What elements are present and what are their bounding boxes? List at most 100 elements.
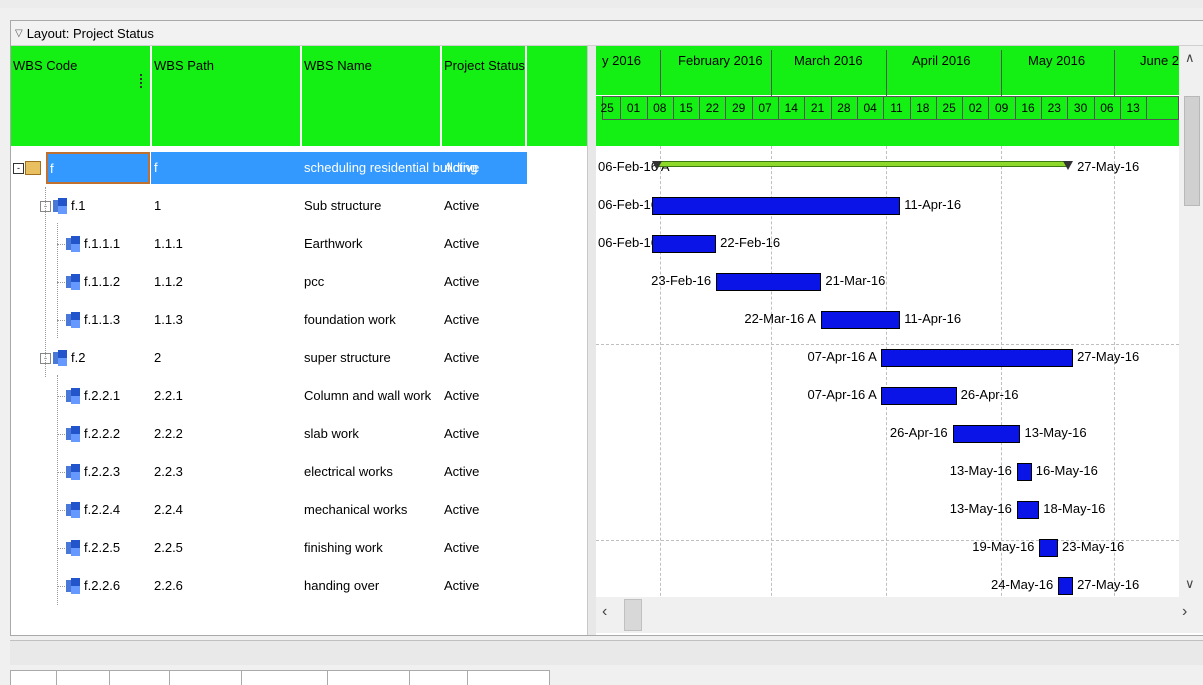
collapse-triangle-icon[interactable]: ▽ [15, 28, 23, 39]
bar-start-label: 19-May-16 [972, 539, 1035, 554]
bar-finish-label: 22-Feb-16 [720, 235, 781, 250]
cell-wbs-name: handing over [304, 578, 380, 593]
tab-divider [409, 671, 410, 685]
scroll-right-icon[interactable]: › [1182, 603, 1187, 621]
tree-connector [57, 223, 58, 338]
tree-connector [57, 375, 58, 605]
wbs-node-icon [66, 464, 80, 480]
tree-connector [57, 282, 65, 283]
wbs-code-edit-field[interactable]: f [46, 152, 150, 184]
cell-wbs-path: 2.2.2 [154, 426, 183, 441]
column-header-wbs-name[interactable]: WBS Name [302, 46, 441, 146]
bar-start-label: 22-Mar-16 A [744, 311, 816, 326]
activity-bar[interactable] [652, 197, 901, 215]
column-header-wbs-path[interactable]: WBS Path [152, 46, 301, 146]
cell-project-status: Active [444, 312, 480, 327]
timescale-week-label: 01 [626, 101, 641, 115]
month-gridline [660, 146, 661, 616]
scroll-left-icon[interactable]: ‹ [602, 603, 607, 621]
cell-wbs-path: 2 [154, 350, 162, 365]
bar-finish-label: 26-Apr-16 [960, 387, 1019, 402]
timescale-week-label: 04 [863, 101, 877, 115]
table-row[interactable]: f.1.1.3 1.1.3 foundation work Active [11, 301, 587, 339]
table-row[interactable]: f.2.2.5 2.2.5 finishing work Active [11, 529, 587, 567]
bar-start-label: 06-Feb-16 [598, 235, 658, 250]
activity-bar[interactable] [952, 425, 1021, 443]
cell-wbs-path: 1.1.3 [154, 312, 183, 327]
column-header-label: Project Status [444, 58, 525, 73]
summary-end-icon [652, 161, 663, 170]
cell-wbs-name: Sub structure [304, 198, 382, 213]
cell-project-status: Active [444, 578, 480, 593]
summary-bar[interactable] [658, 161, 1068, 167]
table-row[interactable]: f.2.2.3 2.2.3 electrical works Active [11, 453, 587, 491]
activity-bar[interactable] [716, 273, 822, 291]
column-header-wbs-code[interactable]: WBS Code [11, 46, 151, 146]
tree-connector [57, 586, 65, 587]
wbs-node-icon [66, 426, 80, 442]
bottom-detail-tabs[interactable] [10, 670, 550, 685]
bar-finish-label: 18-May-16 [1043, 501, 1106, 516]
timescale-month-label: April 2016 [912, 53, 971, 68]
table-row[interactable]: - f.2 2 super structure Active [11, 339, 587, 377]
table-row[interactable]: - f f scheduling residential building Active [11, 149, 587, 187]
wbs-node-icon [53, 198, 67, 214]
month-separator [660, 50, 661, 96]
timescale-week-label: 22 [705, 101, 720, 115]
table-row[interactable]: f.2.2.4 2.2.4 mechanical works Active [11, 491, 587, 529]
layout-title-bar[interactable]: ▽ Layout: Project Status [11, 21, 1203, 46]
cell-project-status: Active [444, 502, 480, 517]
timescale-months: y 2016 February 2016 March 2016 April 2016 M… [596, 46, 1179, 96]
vertical-scroll-thumb[interactable] [1184, 96, 1200, 206]
horizontal-scroll-thumb[interactable] [624, 599, 642, 631]
cell-wbs-name: pcc [304, 274, 325, 289]
activity-bar[interactable] [1058, 577, 1074, 595]
wbs-node-icon [66, 274, 80, 290]
activity-bar[interactable] [1016, 501, 1040, 519]
horizontal-scrollbar[interactable]: ‹ › [596, 597, 1203, 633]
activity-bar[interactable] [821, 311, 901, 329]
cell-wbs-name: mechanical works [304, 502, 408, 517]
bar-finish-label: 27-May-16 [1077, 577, 1140, 592]
scroll-up-icon[interactable]: ∧ [1185, 50, 1195, 66]
activity-bar[interactable] [652, 235, 717, 253]
timescale-month-label: May 2016 [1028, 53, 1086, 68]
bar-start-label: 07-Apr-16 A [807, 387, 877, 402]
wbs-node-icon [66, 540, 80, 556]
wbs-node-icon [66, 312, 80, 328]
row-group-gridline [596, 344, 1179, 345]
table-row[interactable]: f.2.2.2 2.2.2 slab work Active [11, 415, 587, 453]
window-top-strip [0, 0, 1203, 8]
week-separator [778, 96, 779, 120]
column-header-project-status[interactable]: Project Status [442, 46, 526, 146]
table-row[interactable]: f.2.2.6 2.2.6 handing over Active [11, 567, 587, 605]
activity-bar[interactable] [1016, 463, 1032, 481]
collapse-icon[interactable]: - [13, 163, 24, 174]
cell-project-status: Active [444, 350, 480, 365]
timescale-week-label: 08 [653, 101, 667, 115]
vertical-scrollbar[interactable]: ∧ ∨ [1179, 46, 1203, 597]
week-separator [936, 96, 937, 120]
cell-wbs-code: f.2.2.5 [84, 540, 121, 555]
table-row[interactable]: f.1.1.1 1.1.1 Earthwork Active [11, 225, 587, 263]
table-row[interactable]: f.1.1.2 1.1.2 pcc Active [11, 263, 587, 301]
cell-wbs-code: f.2.2.1 [84, 388, 121, 403]
cell-project-status: Active [444, 540, 480, 555]
week-separator [988, 96, 989, 120]
table-row[interactable]: f.2.2.1 2.2.1 Column and wall work Active [11, 377, 587, 415]
cell-wbs-code: f.1.1.1 [84, 236, 121, 251]
scroll-down-icon[interactable]: ∨ [1185, 576, 1195, 592]
project-folder-icon [25, 161, 41, 175]
column-menu-icon[interactable] [140, 74, 146, 88]
activity-bar[interactable] [881, 349, 1074, 367]
activity-bar[interactable] [1039, 539, 1059, 557]
column-header-label: WBS Code [13, 58, 78, 73]
activity-bar[interactable] [881, 387, 957, 405]
timescale-week-label: 14 [784, 101, 798, 115]
cell-wbs-code: f.1.1.3 [84, 312, 121, 327]
wbs-node-icon [66, 502, 80, 518]
week-separator [883, 96, 884, 120]
table-row[interactable]: - f.1 1 Sub structure Active [11, 187, 587, 225]
timescale-week-label: 25 [942, 101, 956, 115]
tree-connector [57, 244, 65, 245]
